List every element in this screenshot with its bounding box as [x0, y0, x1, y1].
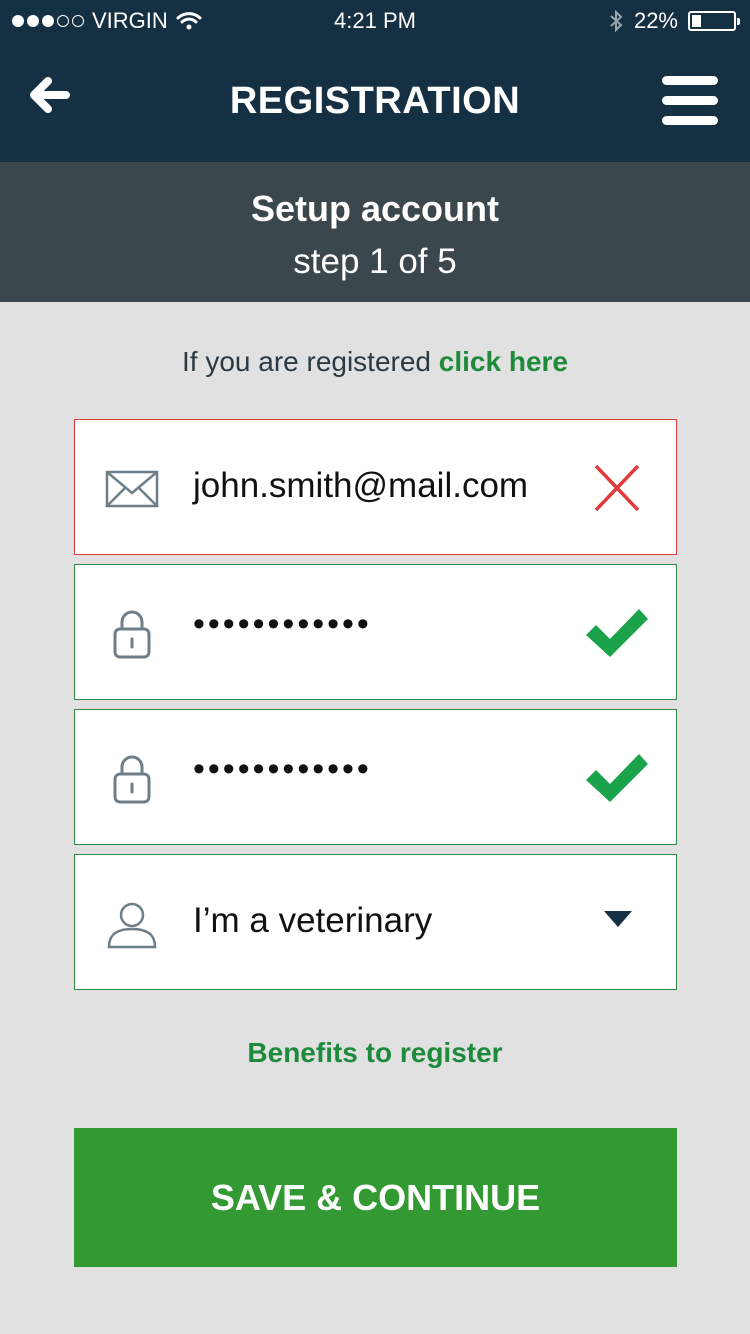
login-prompt-text: If you are registered	[181, 346, 439, 377]
step-indicator: step 1 of 5	[293, 242, 457, 281]
checkmark-icon	[586, 754, 648, 802]
step-header: Setup account step 1 of 5	[0, 162, 750, 302]
page-title: REGISTRATION	[229, 80, 521, 122]
login-link[interactable]: click here	[439, 346, 568, 377]
user-icon	[107, 902, 157, 949]
hamburger-menu-icon[interactable]	[662, 76, 718, 126]
login-prompt: If you are registered click here	[0, 346, 750, 378]
battery-icon	[688, 11, 740, 31]
bluetooth-icon	[610, 9, 623, 33]
email-value: john.smith@mail.com	[193, 466, 529, 505]
save-continue-button[interactable]: SAVE & CONTINUE	[74, 1128, 677, 1267]
lock-icon	[113, 610, 151, 659]
nav-bar: REGISTRATION	[0, 40, 750, 162]
caret-down-icon	[604, 911, 632, 927]
password-field[interactable]: ••••••••••••	[74, 564, 677, 700]
envelope-icon	[105, 470, 159, 508]
status-bar: VIRGIN 4:21 PM 22%	[0, 0, 750, 40]
confirm-password-field[interactable]: ••••••••••••	[74, 709, 677, 845]
lock-icon	[113, 755, 151, 804]
password-value: ••••••••••••	[193, 605, 372, 643]
battery-percent: 22%	[633, 8, 678, 33]
confirm-password-value: ••••••••••••	[193, 750, 372, 788]
role-select[interactable]: I’m a veterinary	[74, 854, 677, 990]
checkmark-icon	[586, 609, 648, 657]
status-right: 22%	[608, 8, 740, 34]
x-icon	[594, 464, 640, 512]
email-field[interactable]: john.smith@mail.com	[74, 419, 677, 555]
step-title: Setup account	[250, 188, 500, 229]
role-value: I’m a veterinary	[193, 901, 433, 940]
benefits-link[interactable]: Benefits to register	[0, 1037, 750, 1069]
